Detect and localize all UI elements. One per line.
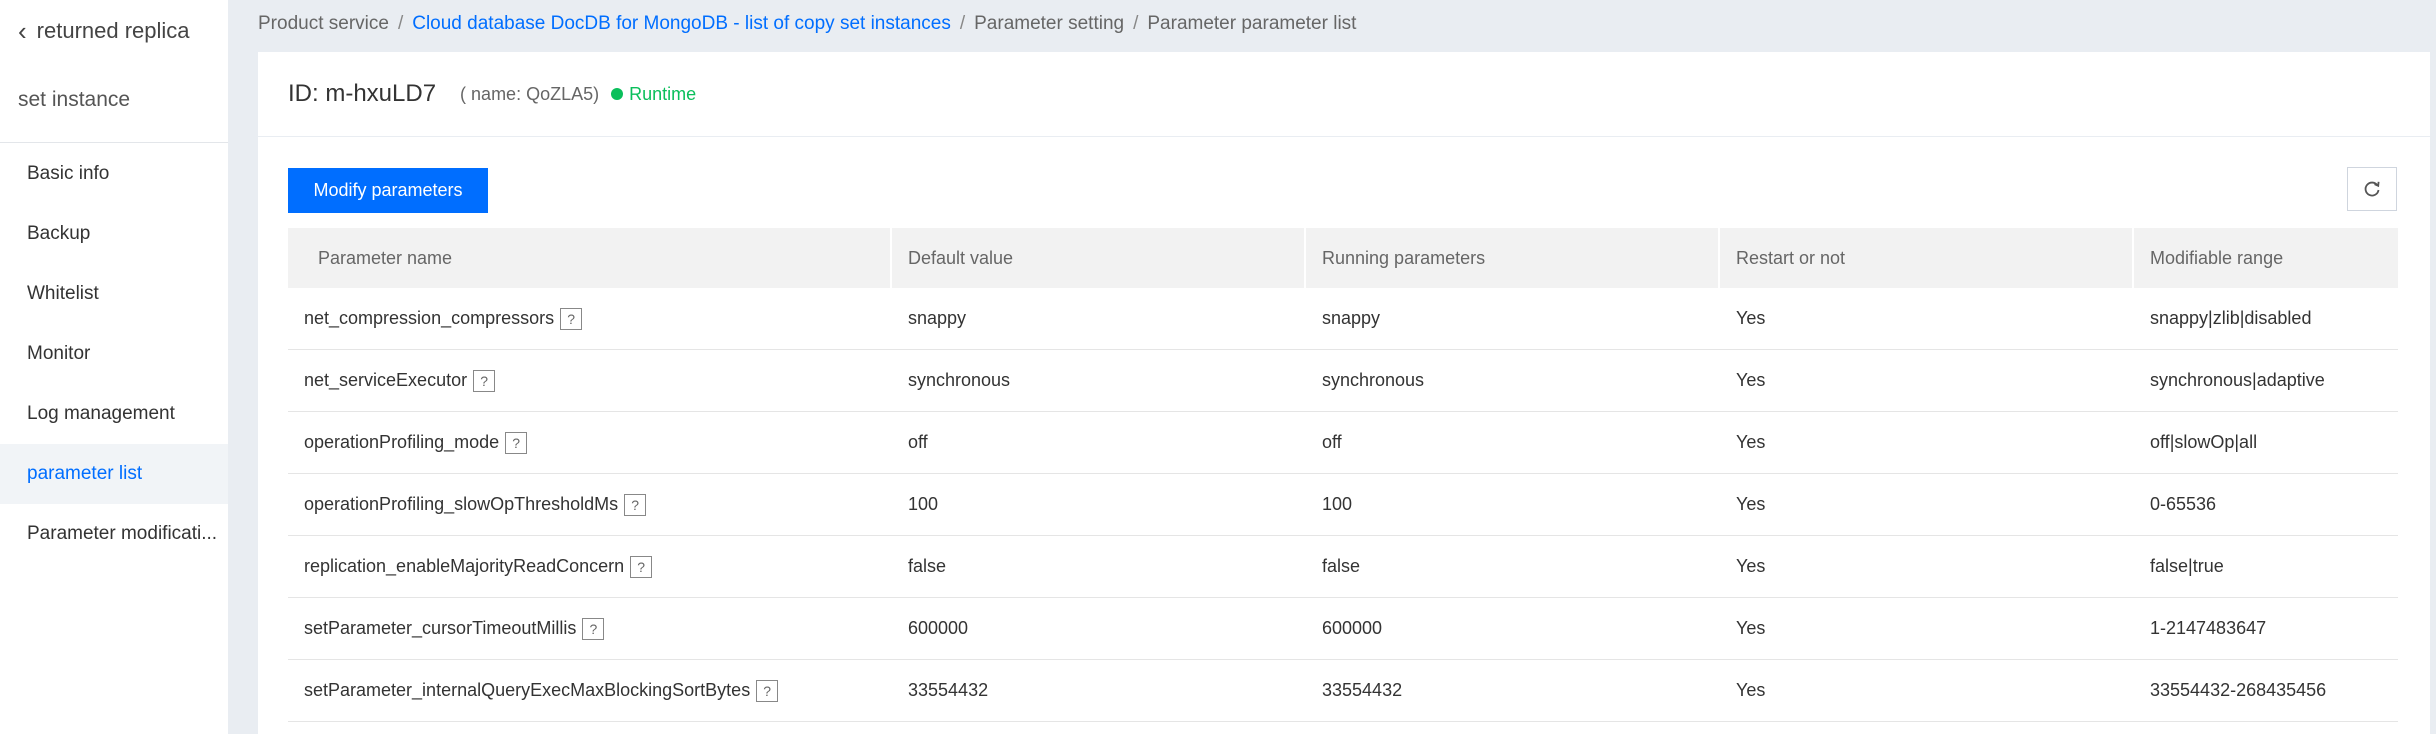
table-row: net_compression_compressors? snappy snap… — [288, 288, 2398, 350]
running-value: 33554432 — [1322, 680, 1403, 700]
instance-title: set instance — [18, 88, 131, 111]
help-icon[interactable]: ? — [473, 369, 496, 392]
back-link[interactable]: ‹ returned replica — [18, 14, 190, 48]
breadcrumb-instance-list[interactable]: Cloud database DocDB for MongoDB - list … — [412, 13, 951, 35]
default-value: 33554432 — [908, 680, 989, 700]
sidebar-menu: Basic info Backup Whitelist Monitor Log … — [0, 144, 228, 564]
sidebar-item-monitor[interactable]: Monitor — [0, 324, 228, 384]
sidebar-item-log-management[interactable]: Log management — [0, 384, 228, 444]
restart-value: Yes — [1736, 494, 1766, 514]
instance-name: ( name: QoZLA5) — [460, 83, 600, 104]
help-icon[interactable]: ? — [624, 493, 647, 516]
instance-id: ID: m-hxuLD7 — [288, 80, 437, 107]
refresh-button[interactable] — [2347, 167, 2397, 211]
range-value: 0-65536 — [2150, 494, 2217, 514]
sidebar-item-parameter-list[interactable]: parameter list — [0, 444, 228, 504]
table-row: replication_enableMajorityReadConcern? f… — [288, 536, 2398, 598]
range-value: false|true — [2150, 556, 2224, 576]
default-value: synchronous — [908, 370, 1011, 390]
default-value: false — [908, 556, 947, 576]
column-header-modifiable-range: Modifiable range — [2150, 248, 2284, 268]
breadcrumb-separator: / — [1133, 13, 1139, 34]
running-value: 100 — [1322, 494, 1353, 514]
parameter-name: operationProfiling_slowOpThresholdMs — [304, 494, 619, 514]
default-value: 100 — [908, 494, 939, 514]
breadcrumb-separator: / — [959, 13, 966, 34]
status-badge: Runtime — [611, 84, 696, 105]
running-value: snappy — [1322, 308, 1381, 328]
breadcrumb-current: Parameter parameter list — [1147, 13, 1357, 34]
breadcrumb-parameter-setting[interactable]: Parameter setting — [974, 13, 1124, 35]
parameter-name: setParameter_cursorTimeoutMillis — [304, 618, 577, 638]
parameter-name: net_compression_compressors — [304, 308, 555, 328]
column-header-running-parameters: Running parameters — [1306, 228, 1720, 288]
parameter-table: Parameter name Default value Running par… — [288, 228, 2398, 722]
table-row: setParameter_cursorTimeoutMillis? 600000… — [288, 598, 2398, 660]
running-value: false — [1322, 556, 1361, 576]
range-value: 33554432-268435456 — [2150, 680, 2327, 700]
help-icon[interactable]: ? — [505, 431, 528, 454]
breadcrumb: Product service / Cloud database DocDB f… — [258, 10, 1356, 38]
parameter-name: replication_enableMajorityReadConcern — [304, 556, 625, 576]
default-value: 600000 — [908, 618, 969, 638]
restart-value: Yes — [1736, 308, 1766, 328]
instance-header: ID: m-hxuLD7 ( name: QoZLA5) Runtime — [258, 52, 2430, 136]
table-header: Parameter name Default value Running par… — [288, 228, 2398, 288]
sidebar-item-basic-info[interactable]: Basic info — [0, 144, 228, 204]
column-header-restart: Restart or not — [1720, 228, 2134, 288]
breadcrumb-separator: / — [397, 13, 404, 34]
sidebar-item-whitelist[interactable]: Whitelist — [0, 264, 228, 324]
restart-value: Yes — [1736, 432, 1766, 452]
table-row: operationProfiling_mode? off off Yes off… — [288, 412, 2398, 474]
restart-value: Yes — [1736, 618, 1766, 638]
help-icon[interactable]: ? — [756, 679, 779, 702]
sidebar: ‹ returned replica set instance Basic in… — [0, 0, 228, 734]
table-row: setParameter_internalQueryExecMaxBlockin… — [288, 660, 2398, 722]
modify-parameters-button[interactable]: Modify parameters — [288, 168, 488, 213]
status-label: Runtime — [629, 83, 697, 104]
chevron-left-icon: ‹ — [18, 15, 27, 46]
running-value: off — [1322, 432, 1342, 452]
restart-value: Yes — [1736, 556, 1766, 576]
parameter-name: operationProfiling_mode — [304, 432, 500, 452]
parameter-panel: Modify parameters Parameter name Default… — [258, 137, 2430, 734]
range-value: snappy|zlib|disabled — [2150, 308, 2312, 328]
default-value: snappy — [908, 308, 967, 328]
column-header-parameter-name: Parameter name — [288, 228, 892, 288]
column-header-default-value: Default value — [892, 228, 1306, 288]
default-value: off — [908, 432, 928, 452]
range-value: off|slowOp|all — [2150, 432, 2258, 452]
table-row: operationProfiling_slowOpThresholdMs? 10… — [288, 474, 2398, 536]
sidebar-divider — [0, 142, 228, 143]
help-icon[interactable]: ? — [582, 617, 605, 640]
help-icon[interactable]: ? — [630, 555, 653, 578]
restart-value: Yes — [1736, 370, 1766, 390]
running-value: 600000 — [1322, 618, 1383, 638]
parameter-name: setParameter_internalQueryExecMaxBlockin… — [304, 680, 751, 700]
range-value: synchronous|adaptive — [2150, 370, 2325, 390]
range-value: 1-2147483647 — [2150, 618, 2267, 638]
table-row: net_serviceExecutor? synchronous synchro… — [288, 350, 2398, 412]
sidebar-item-backup[interactable]: Backup — [0, 204, 228, 264]
breadcrumb-product-service[interactable]: Product service — [258, 13, 389, 35]
help-icon[interactable]: ? — [560, 307, 583, 330]
running-value: synchronous — [1322, 370, 1425, 390]
refresh-icon — [2364, 181, 2380, 197]
sidebar-item-parameter-modification[interactable]: Parameter modificati... — [0, 504, 228, 564]
back-label: returned replica — [36, 18, 190, 43]
status-dot-icon — [611, 88, 624, 100]
parameter-name: net_serviceExecutor — [304, 370, 468, 390]
restart-value: Yes — [1736, 680, 1766, 700]
